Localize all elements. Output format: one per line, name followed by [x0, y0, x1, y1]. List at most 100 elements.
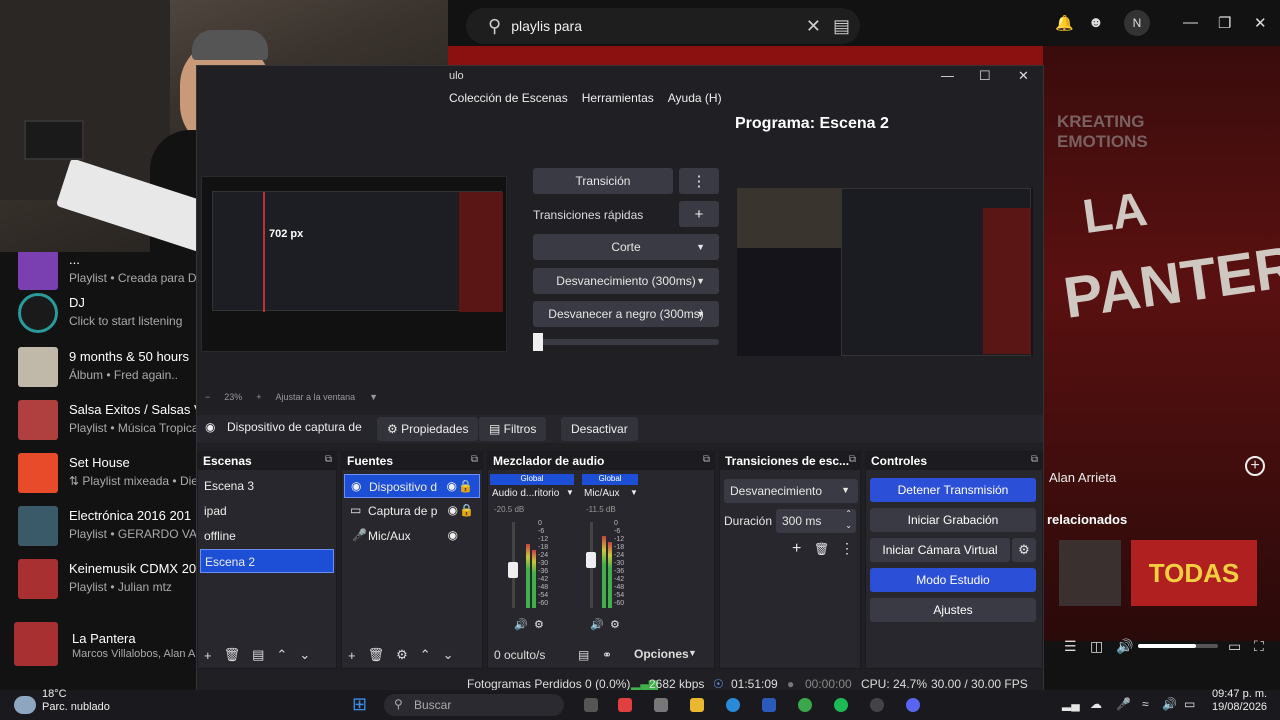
undock-icon[interactable]: ⧉ — [703, 454, 710, 465]
fade-button[interactable]: Desvanecimiento (300ms) ▼ — [533, 268, 719, 294]
obs-minimize-icon[interactable]: — — [941, 68, 954, 83]
chrome-icon[interactable] — [798, 698, 812, 712]
transition-select[interactable]: Desvanecimiento ▼ — [724, 479, 858, 503]
queue-icon[interactable]: ☰ — [1064, 638, 1077, 655]
fit-window-select[interactable]: Ajustar a la ventana — [276, 392, 356, 402]
channel-fader-handle[interactable] — [508, 562, 518, 578]
chevron-down-icon[interactable]: ▼ — [688, 648, 697, 658]
more-icon[interactable]: ⋮ — [840, 540, 854, 557]
avatar[interactable]: N — [1124, 10, 1150, 36]
trash-icon[interactable]: 🗑 — [224, 647, 241, 663]
layout-icon[interactable]: ▤ — [578, 648, 589, 662]
restore-icon[interactable]: ❐ — [1218, 14, 1231, 32]
eye-icon[interactable]: ◉ — [448, 503, 458, 517]
transition-button[interactable]: Transición — [533, 168, 673, 194]
trash-icon[interactable]: 🗑 — [814, 542, 829, 556]
menu-help[interactable]: Ayuda (H) — [668, 91, 722, 105]
scene-item-selected[interactable]: Escena 2 — [200, 549, 334, 573]
source-item[interactable]: Mic/Aux 🎤 ◉ — [344, 524, 480, 548]
menu-tools[interactable]: Herramientas — [582, 91, 654, 105]
minimize-icon[interactable]: — — [1183, 14, 1198, 31]
undock-icon[interactable]: ⧉ — [471, 454, 478, 465]
duration-spinbox[interactable]: 300 ms ⌃ ⌄ — [776, 509, 856, 533]
volume-slider[interactable] — [1138, 644, 1218, 648]
list-item[interactable]: Electrónica 2016 201 Playlist • GERARDO … — [18, 506, 206, 550]
fade-black-button[interactable]: Desvanecer a negro (300ms) ▼ — [533, 301, 719, 327]
edge-icon[interactable] — [726, 698, 740, 712]
channel-gear-icon[interactable]: ⚙ — [534, 618, 544, 631]
weather-icon[interactable] — [14, 696, 36, 714]
more-icon[interactable]: ⋮ — [679, 168, 719, 194]
list-item[interactable]: 9 months & 50 hours Álbum • Fred again.. — [18, 347, 198, 391]
speaker-icon[interactable]: 🔊 — [590, 618, 604, 631]
virtual-camera-gear-icon[interactable]: ⚙ — [1012, 538, 1036, 562]
taskbar-search[interactable]: ⚲ Buscar — [384, 694, 564, 716]
up-icon[interactable]: ⌃ — [276, 647, 287, 663]
properties-button[interactable]: ⚙ Propiedades — [377, 417, 479, 441]
menu-scene-collection[interactable]: Colección de Escenas — [449, 91, 568, 105]
battery-icon[interactable]: ▭ — [1184, 697, 1195, 711]
discord-icon[interactable] — [906, 698, 920, 712]
friends-icon[interactable]: ☻ — [1088, 14, 1104, 31]
search-input[interactable]: playlis para — [511, 18, 794, 34]
tbar-slider[interactable] — [533, 333, 719, 351]
related-thumb-1[interactable] — [1059, 540, 1121, 606]
start-virtual-camera-button[interactable]: Iniciar Cámara Virtual — [870, 538, 1010, 562]
chevron-down-icon[interactable]: ▼ — [630, 488, 638, 497]
spotify-icon[interactable] — [834, 698, 848, 712]
list-item[interactable]: Set House ⇅ Playlist mixeada • Die — [18, 453, 198, 497]
start-recording-button[interactable]: Iniciar Grabación — [870, 508, 1036, 532]
bell-icon[interactable]: 🔔 — [1055, 14, 1074, 32]
mic-icon[interactable]: 🎤 — [1116, 697, 1131, 711]
cloud-icon[interactable]: ☁ — [1090, 697, 1102, 711]
clear-icon[interactable]: ✕ — [806, 16, 821, 37]
settings-button[interactable]: Ajustes — [870, 598, 1036, 622]
folder-icon[interactable] — [690, 698, 704, 712]
list-item[interactable]: Keinemusik CDMX 20 Playlist • Julian mtz — [18, 559, 198, 603]
windows-start-icon[interactable]: ⊞ — [352, 694, 367, 715]
filters-button[interactable]: ▤ Filtros — [479, 417, 547, 441]
search-bar[interactable]: ⚲ playlis para ✕ ▤ — [466, 8, 860, 44]
chart-icon[interactable]: ▂▄ — [1062, 697, 1080, 711]
up-icon[interactable]: ⌃ — [420, 647, 431, 663]
app-icon[interactable] — [654, 698, 668, 712]
clock-date[interactable]: 19/08/2026 — [1212, 701, 1267, 713]
down-icon[interactable]: ⌄ — [299, 647, 310, 663]
scene-item[interactable]: offline — [200, 524, 334, 548]
obs-close-icon[interactable]: ✕ — [1018, 68, 1029, 84]
volume-icon[interactable]: 🔊 — [1162, 697, 1177, 711]
app-icon[interactable] — [618, 698, 632, 712]
deactivate-button[interactable]: Desactivar — [561, 417, 638, 441]
list-item[interactable]: Salsa Exitos / Salsas V Playlist • Músic… — [18, 400, 203, 444]
stop-streaming-button[interactable]: Detener Transmisión — [870, 478, 1036, 502]
trash-icon[interactable]: 🗑 — [368, 647, 385, 663]
studio-mode-button[interactable]: Modo Estudio — [870, 568, 1036, 592]
fullscreen-icon[interactable]: ⛶ — [1254, 638, 1264, 655]
now-playing-title[interactable]: La Pantera — [72, 631, 136, 646]
chevron-down-icon[interactable]: ▼ — [566, 488, 574, 497]
weather-temp[interactable]: 18°C — [42, 688, 67, 700]
source-item[interactable]: Captura de p ▭ ◉ 🔒 — [344, 499, 480, 523]
cut-button[interactable]: Corte ▼ — [533, 234, 719, 260]
device-icon[interactable]: ◫ — [1090, 638, 1103, 655]
word-icon[interactable] — [762, 698, 776, 712]
scene-item[interactable]: ipad — [200, 499, 334, 523]
source-item-selected[interactable]: Dispositivo d ◉ ◉ 🔒 — [344, 474, 480, 498]
filter-icon[interactable]: ▤ — [252, 647, 264, 663]
obs-maximize-icon[interactable]: ☐ — [979, 68, 991, 84]
preview-canvas[interactable]: 702 px — [201, 176, 507, 352]
list-item[interactable]: ... Playlist • Creada para Di — [18, 250, 199, 294]
spin-down-icon[interactable]: ⌄ — [845, 521, 852, 530]
undock-icon[interactable]: ⧉ — [849, 454, 856, 465]
obs-icon[interactable] — [870, 698, 884, 712]
link-icon[interactable]: ⚭ — [602, 648, 612, 662]
mini-player-icon[interactable]: ▭ — [1228, 638, 1241, 655]
spin-up-icon[interactable]: ⌃ — [845, 509, 852, 518]
list-item[interactable]: DJ Click to start listening — [18, 293, 198, 337]
eye-icon[interactable]: ◉ — [448, 528, 458, 542]
gear-icon[interactable]: ⚙ — [396, 647, 408, 663]
channel-gear-icon[interactable]: ⚙ — [610, 618, 620, 631]
add-icon[interactable]: + — [792, 540, 801, 558]
volume-icon[interactable]: 🔊 — [1116, 638, 1133, 655]
clipboard-icon[interactable]: ▤ — [833, 16, 850, 37]
